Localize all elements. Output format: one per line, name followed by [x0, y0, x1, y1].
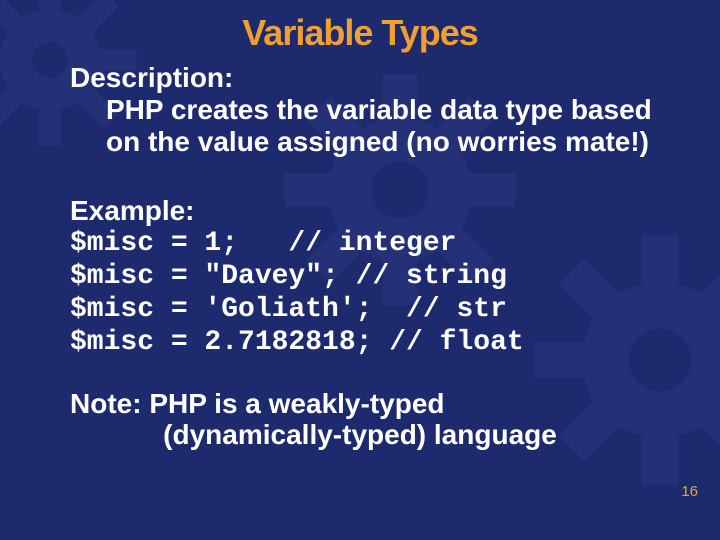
slide-title: Variable Types: [30, 12, 690, 54]
note-line-2: (dynamically-typed) language: [30, 420, 690, 451]
example-label: Example:: [70, 195, 690, 227]
code-line: $misc = 'Goliath'; // str: [70, 294, 507, 325]
slide-body: Description: PHP creates the variable da…: [70, 62, 690, 450]
code-line: $misc = "Davey"; // string: [70, 261, 507, 292]
slide: Variable Types Description: PHP creates …: [0, 0, 720, 540]
code-block: $misc = 1; // integer $misc = "Davey"; /…: [70, 227, 690, 359]
page-number: 16: [681, 483, 698, 500]
note-line-1: Note: PHP is a weakly-typed: [70, 389, 690, 420]
description-label: Description:: [70, 62, 690, 94]
code-line: $misc = 2.7182818; // float: [70, 327, 524, 358]
description-text: PHP creates the variable data type based…: [70, 94, 690, 158]
code-line: $misc = 1; // integer: [70, 228, 456, 259]
